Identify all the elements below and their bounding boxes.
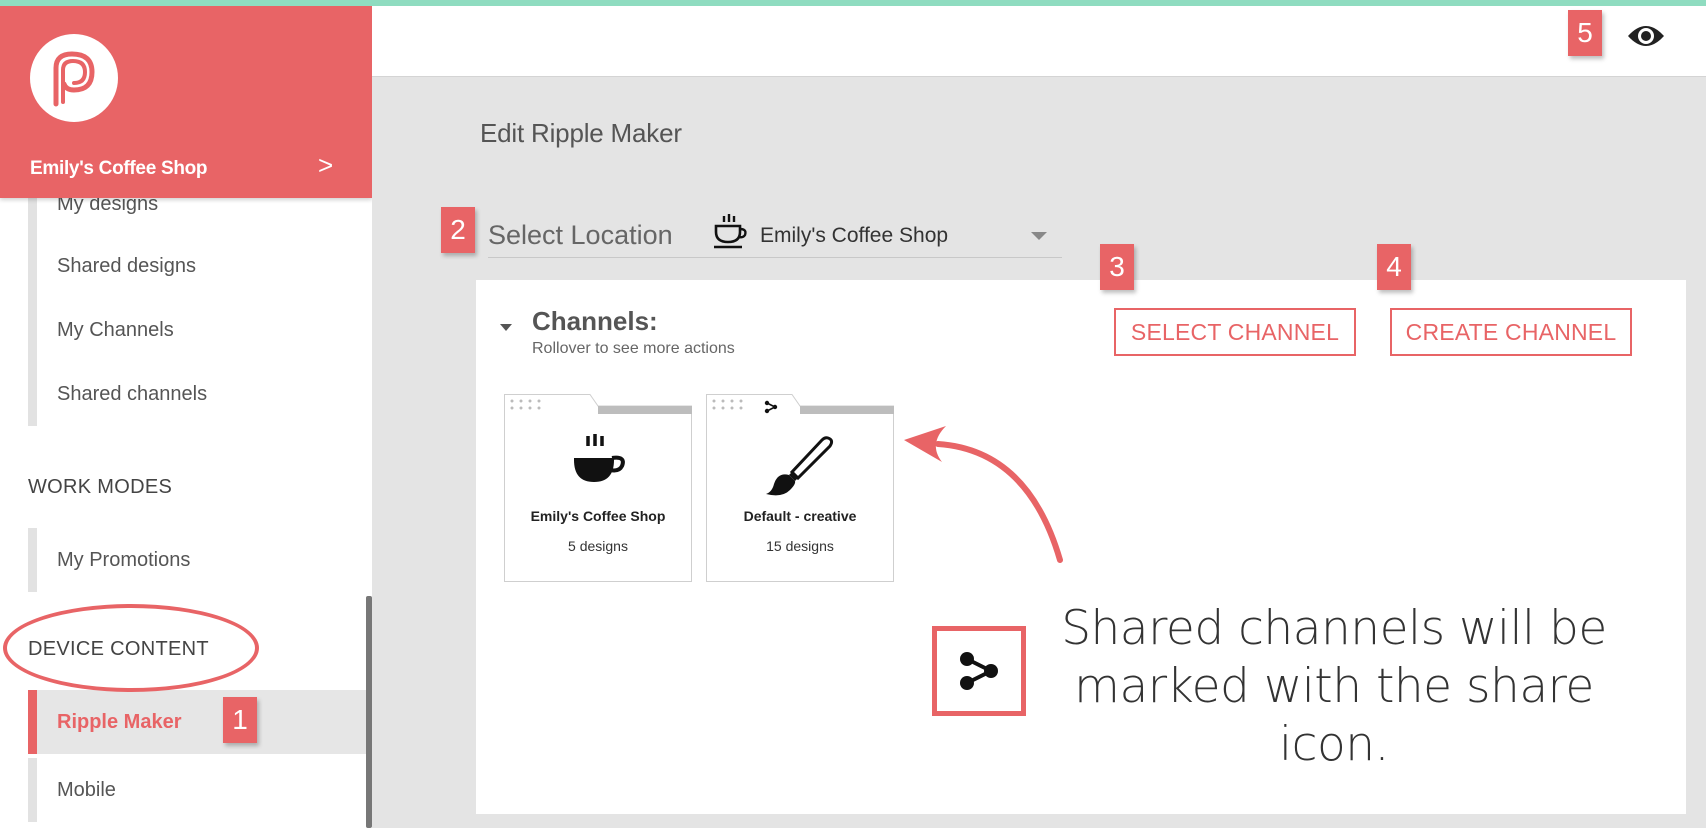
channel-card[interactable]: Default - creative 15 designs: [706, 394, 894, 582]
sidebar-item-shared-channels[interactable]: Shared channels: [28, 362, 368, 426]
card-name: Default - creative: [743, 508, 857, 524]
sidebar-header[interactable]: Emily's Coffee Shop >: [0, 6, 372, 198]
step-badge-1: 1: [223, 697, 257, 743]
sidebar-item-label: Shared channels: [57, 382, 208, 405]
sidebar-item-label: My Promotions: [57, 548, 191, 571]
step-badge-5: 5: [1568, 10, 1602, 56]
channel-card[interactable]: Emily's Coffee Shop 5 designs: [504, 394, 692, 582]
sidebar-item-my-channels[interactable]: My Channels: [28, 298, 368, 362]
sidebar-scrollbar[interactable]: [366, 596, 372, 828]
sidebar-item-mobile[interactable]: Mobile: [28, 758, 368, 822]
card-count: 5 designs: [568, 538, 628, 554]
collapse-caret-icon[interactable]: [500, 324, 512, 331]
location-select[interactable]: Select Location Emily's Coffee Shop: [488, 208, 1062, 258]
sidebar: Emily's Coffee Shop > My designs Shared …: [0, 6, 372, 828]
folder-tab: [706, 394, 894, 416]
annotation-arrow: [898, 410, 1068, 575]
sidebar-item-my-promotions[interactable]: My Promotions: [28, 528, 368, 592]
coffee-cup-icon: [570, 434, 628, 491]
sidebar-item-shared-designs[interactable]: Shared designs: [28, 234, 368, 298]
sidebar-item-label: Ripple Maker: [57, 710, 182, 733]
shop-name: Emily's Coffee Shop: [30, 158, 208, 179]
coffee-cup-icon: [712, 214, 748, 255]
share-icon: [764, 400, 778, 419]
share-icon: [932, 626, 1026, 716]
folder-tab: [504, 394, 692, 416]
top-bar: [372, 6, 1706, 77]
step-badge-2: 2: [441, 207, 475, 253]
eye-icon[interactable]: [1626, 22, 1666, 55]
channels-subtitle: Rollover to see more actions: [532, 340, 735, 357]
app-logo-icon: [30, 34, 118, 122]
sidebar-item-label: Mobile: [57, 778, 116, 801]
step-badge-4: 4: [1377, 244, 1411, 290]
card-name: Emily's Coffee Shop: [530, 508, 666, 524]
step-badge-3: 3: [1100, 244, 1134, 290]
sidebar-item-label: Shared designs: [57, 254, 196, 277]
card-count: 15 designs: [766, 538, 834, 554]
select-channel-button[interactable]: SELECT CHANNEL: [1114, 308, 1356, 356]
create-channel-button[interactable]: CREATE CHANNEL: [1390, 308, 1632, 356]
annotation-note: Shared channels will be marked with the …: [1061, 601, 1607, 772]
chevron-right-icon[interactable]: >: [318, 152, 333, 178]
sidebar-item-label: My Channels: [57, 318, 174, 341]
highlight-oval: [3, 604, 259, 692]
location-label: Select Location: [488, 220, 673, 250]
paintbrush-icon: [764, 434, 836, 503]
page-title: Edit Ripple Maker: [480, 118, 682, 148]
section-work-modes: WORK MODES: [28, 476, 173, 498]
location-value: Emily's Coffee Shop: [760, 224, 949, 247]
channels-title: Channels:: [532, 306, 658, 336]
sidebar-item-ripple-maker[interactable]: Ripple Maker: [28, 690, 368, 754]
caret-down-icon[interactable]: [1031, 232, 1047, 240]
